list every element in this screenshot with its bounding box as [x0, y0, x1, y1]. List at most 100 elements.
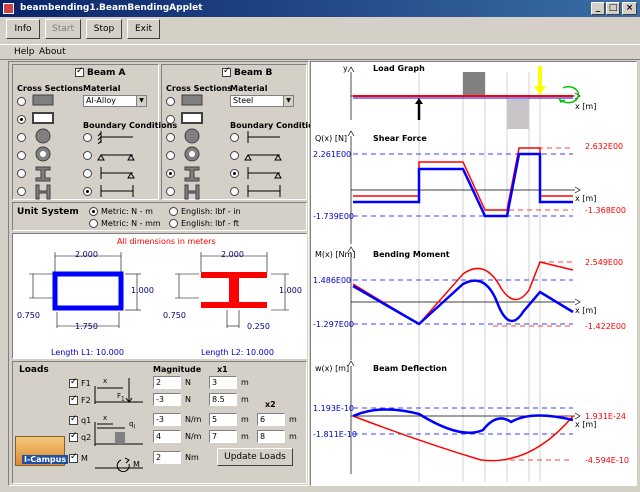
load-symbol-icons	[94, 378, 143, 473]
q-symbol: qi	[129, 420, 135, 430]
beam-b-ibeam-shape	[201, 272, 267, 308]
beam-b-cross-sections-label: Cross Sections	[166, 84, 233, 93]
unit-metric-n-m-label: Metric: N - m	[101, 207, 153, 216]
beam-b-boundary-1-radio[interactable]	[230, 133, 239, 142]
q1-label: q1	[81, 416, 92, 425]
m-magnitude-unit: Nm	[185, 453, 199, 462]
f1-label: F1	[81, 379, 91, 388]
unit-metric-n-m-radio[interactable]	[89, 207, 98, 216]
update-loads-button[interactable]: Update Loads	[217, 448, 293, 466]
q1-checkbox[interactable]	[69, 414, 78, 425]
x-symbol-2: x	[103, 414, 108, 422]
beam-a-boundary-1-radio[interactable]	[83, 133, 92, 142]
unit-english-ft-radio[interactable]	[169, 219, 178, 228]
f2-label: F2	[81, 396, 91, 405]
circle-section-icon	[184, 128, 200, 144]
beam-a-material-value: Al-Alloy	[86, 96, 116, 105]
beam-b-bottom-dim: 0.250	[247, 322, 270, 331]
loads-title: Loads	[19, 365, 49, 375]
q2-x1-input[interactable]: 7	[209, 430, 237, 443]
q2-x2-input[interactable]: 8	[257, 430, 285, 443]
unit-system-title: Unit System	[17, 207, 79, 217]
load-graph	[347, 66, 581, 129]
beam-b-material-select[interactable]: Steel ▼	[230, 95, 294, 107]
beam-a-section-ibeam-radio[interactable]	[17, 169, 26, 178]
f2-x1-input[interactable]: 8.5	[209, 393, 237, 406]
q2-checkbox[interactable]	[69, 431, 78, 442]
f1-magnitude-input[interactable]: 2	[153, 376, 181, 389]
hbeam-section-icon	[35, 184, 51, 200]
axis-arrow-icon	[347, 66, 355, 73]
deflection-red-max: 1.931E-24	[585, 412, 627, 421]
q1-magnitude-input[interactable]: -3	[153, 413, 181, 426]
m-magnitude-input[interactable]: 2	[153, 451, 181, 464]
menu-about[interactable]: About	[39, 47, 66, 57]
f2-magnitude-input[interactable]: -3	[153, 393, 181, 406]
beam-b-material-label: Material	[230, 84, 268, 93]
beam-a-title: Beam A	[87, 68, 126, 78]
fixed-pinned-support-icon	[247, 167, 282, 179]
beam-a-bottom-dim: 1.750	[75, 322, 98, 331]
maximize-button[interactable]: □	[606, 2, 620, 15]
beam-a-checkbox[interactable]	[75, 66, 84, 77]
q1-load-block	[463, 72, 485, 95]
beam-b-section-hbeam-radio[interactable]	[166, 187, 175, 196]
beam-b-section-ibeam-radio[interactable]	[166, 169, 175, 178]
beam-b-section-hollow-rect-radio[interactable]	[166, 115, 175, 124]
beam-a-section-hollow-rect-radio[interactable]	[17, 115, 26, 124]
beam-a-boundary-3-radio[interactable]	[83, 169, 92, 178]
q-symbol-sub: i	[133, 424, 136, 431]
f1-x1-input[interactable]: 3	[209, 376, 237, 389]
beam-a-section-tube-radio[interactable]	[17, 151, 26, 160]
fixed-support-icon	[97, 131, 133, 145]
beam-b-boundary-4-radio[interactable]	[230, 187, 239, 196]
beam-a-width-dim: 2.000	[75, 250, 98, 259]
exit-button[interactable]: Exit	[127, 19, 160, 39]
q1-x2-input[interactable]: 6	[257, 413, 285, 426]
beam-a-section-hbeam-radio[interactable]	[17, 187, 26, 196]
close-button[interactable]: ×	[622, 2, 637, 15]
shear-red-min: -1.368E00	[585, 206, 627, 215]
m-symbol: M	[133, 460, 140, 469]
beam-b-section-rect-radio[interactable]	[166, 97, 175, 106]
beam-a-boundary-4-radio[interactable]	[83, 187, 92, 196]
q1-x1-input[interactable]: 5	[209, 413, 237, 426]
stop-button[interactable]: Stop	[86, 19, 122, 39]
beam-b-width-dim: 2.000	[221, 250, 244, 259]
beam-b-boundary-2-radio[interactable]	[230, 151, 239, 160]
beam-a-material-select[interactable]: Al-Alloy ▼	[83, 95, 147, 107]
beam-a-section-rect-radio[interactable]	[17, 97, 26, 106]
moment-x-label: x [m]	[575, 306, 597, 315]
beam-a-hollow-rect-shape	[52, 271, 124, 311]
m-checkbox[interactable]	[69, 452, 78, 463]
beam-a-section-circle-radio[interactable]	[17, 133, 26, 142]
hollow-rect-section-icon	[181, 112, 203, 124]
menu-help[interactable]: Help	[14, 47, 35, 57]
f-symbol: F1	[117, 392, 125, 402]
beam-b-section-tube-radio[interactable]	[166, 151, 175, 160]
info-button[interactable]: Info	[6, 19, 40, 39]
x1-label: x1	[217, 365, 228, 374]
minimize-button[interactable]: _	[591, 2, 605, 15]
moment-red-max: 2.549E00	[585, 258, 624, 267]
beam-a-boundary-2-radio[interactable]	[83, 151, 92, 160]
beam-b-boundary-3-radio[interactable]	[230, 169, 239, 178]
cross-section-drawings	[29, 252, 289, 328]
beam-a-section-icons	[32, 94, 54, 200]
unit-english-in-radio[interactable]	[169, 207, 178, 216]
beam-b-section-circle-radio[interactable]	[166, 133, 175, 142]
unit-metric-n-mm-radio[interactable]	[89, 219, 98, 228]
start-button[interactable]: Start	[45, 19, 81, 39]
f2-checkbox[interactable]	[69, 394, 78, 405]
f1-checkbox[interactable]	[69, 377, 78, 388]
beam-b-material-value: Steel	[233, 96, 254, 105]
rect-section-icon	[181, 94, 203, 106]
beam-a-boundary-icons	[97, 131, 135, 197]
beam-b-checkbox[interactable]	[222, 66, 231, 77]
load-y-label: y	[343, 64, 348, 73]
chevron-down-icon: ▼	[283, 96, 293, 106]
moment-y-label: M(x) [Nm]	[315, 250, 356, 259]
q2-magnitude-input[interactable]: 4	[153, 430, 181, 443]
fixed-fixed-support-icon	[247, 185, 281, 197]
app-icon	[3, 3, 14, 14]
